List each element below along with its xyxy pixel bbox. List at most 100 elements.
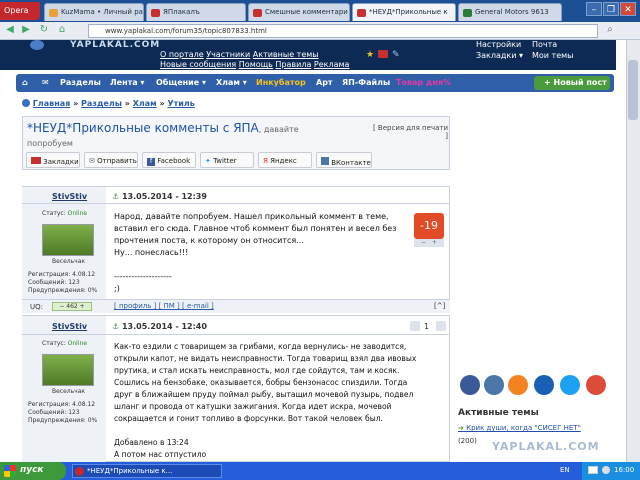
anchor-icon[interactable]: ⚓ <box>112 322 119 331</box>
anchor-icon[interactable]: ⚓ <box>112 192 119 201</box>
menu-social[interactable]: Общение ▾ <box>156 78 206 87</box>
share-bookmarks-button[interactable]: Закладки <box>26 152 80 168</box>
tab-kuzmama[interactable]: KuzMama • Личный ра <box>44 3 144 21</box>
vk-icon[interactable] <box>484 375 504 395</box>
link-my-topics[interactable]: Мои темы <box>532 51 573 60</box>
star-icon[interactable]: ★ <box>366 50 374 60</box>
plus-icon[interactable]: + <box>80 303 85 310</box>
post-2-warnings: Предупреждения: 0% <box>28 417 98 424</box>
crumb-home[interactable]: Главная <box>33 99 70 108</box>
opera-menu-button[interactable]: Opera <box>0 2 40 20</box>
odnoklassniki-icon[interactable] <box>508 375 528 395</box>
opera-icon <box>75 467 84 476</box>
edit-icon[interactable] <box>436 321 446 331</box>
link-about[interactable]: О портале <box>160 50 204 59</box>
link-mail[interactable]: Почта <box>532 40 557 49</box>
crumb-junk[interactable]: Хлам <box>133 99 157 108</box>
post-2-counter: 1 <box>424 322 430 331</box>
menu-feed[interactable]: Лента ▾ <box>110 78 144 87</box>
menu-junk[interactable]: Хлам ▾ <box>216 78 247 87</box>
crumb-sep: » <box>124 99 130 108</box>
tab-comments[interactable]: Смешные комментари <box>248 3 350 21</box>
link-bookmarks[interactable]: Закладки ▾ <box>476 51 523 60</box>
divider <box>22 334 450 335</box>
taskbar-item-browser[interactable]: *НЕУД*Прикольные к... <box>72 464 222 478</box>
comments-menu-icon[interactable]: ✉ <box>42 78 49 87</box>
minus-icon[interactable]: − <box>59 303 64 310</box>
menu-sections[interactable]: Разделы <box>60 78 101 87</box>
back-icon[interactable]: ◀ <box>4 24 16 36</box>
menu-art[interactable]: Арт <box>316 78 333 87</box>
tab-yaplakal[interactable]: ЯПлакалъ <box>146 3 246 21</box>
address-bar[interactable]: www.yaplakal.com/forum35/topic807833.htm… <box>88 24 598 38</box>
link-rules[interactable]: Правила <box>275 60 311 69</box>
forward-icon[interactable]: ▶ <box>20 24 32 36</box>
menu-product-of-day[interactable]: Товар дня% <box>396 78 451 87</box>
post-1-registration: Регистрация: 4.08.12 <box>28 271 96 278</box>
active-topic-title: Крик души, когда "СИСЕГ НЕТ" <box>466 424 581 432</box>
post-1-links[interactable]: [ профиль ] [ ПМ ] [ e-mail ] <box>114 302 214 310</box>
network-icon[interactable] <box>602 466 610 474</box>
reload-icon[interactable]: ↻ <box>38 24 50 36</box>
tab-general-motors[interactable]: General Motors 9613 <box>458 3 562 21</box>
envelope-icon: ✉ <box>89 157 95 165</box>
mailru-icon[interactable] <box>534 375 554 395</box>
new-post-button[interactable]: + Новый пост <box>534 76 610 90</box>
close-button[interactable]: ✕ <box>620 2 636 16</box>
crumb-sections[interactable]: Разделы <box>81 99 122 108</box>
post-2-avatar[interactable] <box>42 354 94 386</box>
search-icon[interactable]: ⌕ <box>604 24 616 36</box>
scroll-top-link[interactable]: [^] <box>434 302 445 310</box>
status-badge: Online <box>67 210 88 217</box>
share-twitter-button[interactable]: ✦ Twitter <box>200 152 254 168</box>
post-1-body: Народ, давайте попробуем. Нашел прикольн… <box>114 211 410 295</box>
tab-current[interactable]: *НЕУД*Прикольные к <box>352 3 456 21</box>
plus-icon: + <box>544 78 551 87</box>
active-topic-link[interactable]: ➜ Крик души, когда "СИСЕГ НЕТ" <box>458 424 581 432</box>
link-help[interactable]: Помощь <box>239 60 273 69</box>
home-icon[interactable]: ⌂ <box>56 24 68 36</box>
language-indicator[interactable]: EN <box>560 466 570 474</box>
share-vk-button[interactable]: ВКонтакте <box>316 152 372 168</box>
share-yandex-button[interactable]: Я Яндекс <box>258 152 312 168</box>
link-settings[interactable]: Настройки <box>476 40 521 49</box>
twitter-icon[interactable] <box>560 375 580 395</box>
post-signature-divider: -------------------- <box>114 272 172 281</box>
favicon-icon <box>49 9 58 17</box>
arrow-icon: ➜ <box>458 424 464 432</box>
tab-label: Смешные комментари <box>265 8 348 16</box>
maximize-button[interactable]: ❐ <box>603 2 619 16</box>
post-line: А потом нас отпустило <box>114 450 207 459</box>
pencil-icon[interactable]: ✎ <box>392 50 400 60</box>
link-new-messages[interactable]: Новые сообщения <box>160 60 236 69</box>
watermark: YAPLAKAL.COM <box>492 440 600 453</box>
post-1-avatar[interactable] <box>42 224 94 256</box>
rating-vote-controls[interactable]: − + <box>414 239 444 247</box>
google-plus-icon[interactable] <box>586 375 606 395</box>
yap-icon[interactable] <box>378 50 388 58</box>
clock[interactable]: 16:00 <box>614 466 634 474</box>
print-version-link[interactable]: [ Версия для печати ] <box>372 124 448 140</box>
post-signature: ;) <box>114 284 120 293</box>
post-line: друг в ближайшем пруду поймал рыбу, выта… <box>114 390 414 399</box>
link-active-topics[interactable]: Активные темы <box>253 50 319 59</box>
menu-incubator[interactable]: Инкубатор <box>256 78 306 87</box>
scrollbar-thumb[interactable] <box>628 60 638 120</box>
share-send-button[interactable]: ✉ Отправить <box>84 152 138 168</box>
minimize-button[interactable]: – <box>586 2 602 16</box>
status-badge: Online <box>67 340 88 347</box>
link-members[interactable]: Участники <box>206 50 250 59</box>
facebook-icon[interactable] <box>460 375 480 395</box>
quote-icon[interactable] <box>410 321 420 331</box>
link-ads[interactable]: Реклама <box>314 60 350 69</box>
post-1-messages: Сообщений: 123 <box>28 279 80 286</box>
tab-label: *НЕУД*Прикольные к <box>369 8 448 16</box>
menu-files[interactable]: ЯП-Файлы <box>342 78 390 87</box>
post-1-username[interactable]: StivStiv <box>52 192 87 201</box>
crumb-trash[interactable]: Утиль <box>167 99 194 108</box>
crumb-sep: » <box>73 99 79 108</box>
post-2-username[interactable]: StivStiv <box>52 322 87 331</box>
site-logo[interactable]: YAPLAKAL.COM <box>70 40 160 50</box>
share-facebook-button[interactable]: f Facebook <box>142 152 196 168</box>
home-menu-icon[interactable]: ⌂ <box>22 78 28 87</box>
